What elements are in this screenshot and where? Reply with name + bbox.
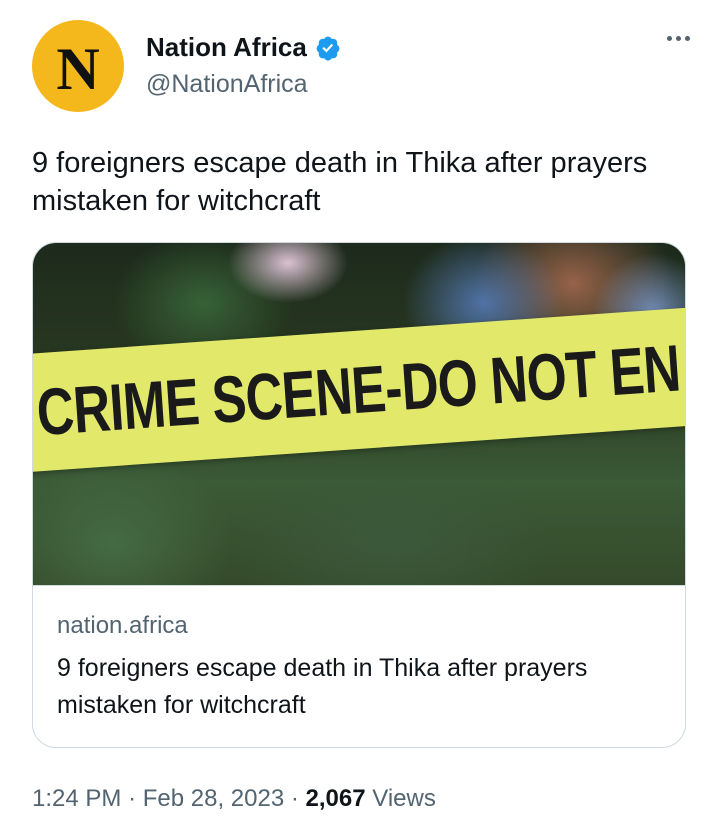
tweet: N Nation Africa @NationAfrica 9 foreigne…: [0, 0, 720, 839]
author-name-row: Nation Africa: [146, 32, 341, 63]
card-domain: nation.africa: [57, 612, 188, 639]
avatar[interactable]: N: [32, 20, 124, 112]
tape-text: CRIME SCENE-DO NOT EN: [34, 330, 683, 450]
verified-badge-icon: [316, 36, 340, 60]
views-count: 2,067: [305, 785, 366, 812]
avatar-letter: N: [56, 36, 100, 102]
tweet-time[interactable]: 1:24 PM: [32, 785, 121, 812]
tweet-date[interactable]: Feb 28, 2023: [143, 785, 284, 812]
tweet-text: 9 foreigners escape death in Thika after…: [32, 147, 648, 217]
author-name[interactable]: Nation Africa: [146, 32, 307, 63]
card-title: 9 foreigners escape death in Thika after…: [57, 654, 588, 719]
meta-separator-2: ·: [290, 785, 299, 812]
crime-scene-tape: CRIME SCENE-DO NOT EN: [33, 304, 685, 473]
card-image: CRIME SCENE-DO NOT EN: [33, 243, 685, 585]
tweet-meta: 1:24 PM · Feb 28, 2023 · 2,067 Views: [32, 785, 436, 813]
link-card[interactable]: CRIME SCENE-DO NOT EN nation.africa 9 fo…: [32, 242, 686, 748]
views-label: Views: [372, 785, 436, 812]
card-body: nation.africa 9 foreigners escape death …: [33, 585, 685, 724]
author-handle[interactable]: @NationAfrica: [146, 70, 308, 99]
meta-separator: ·: [128, 785, 137, 812]
more-options-icon[interactable]: [667, 36, 690, 41]
